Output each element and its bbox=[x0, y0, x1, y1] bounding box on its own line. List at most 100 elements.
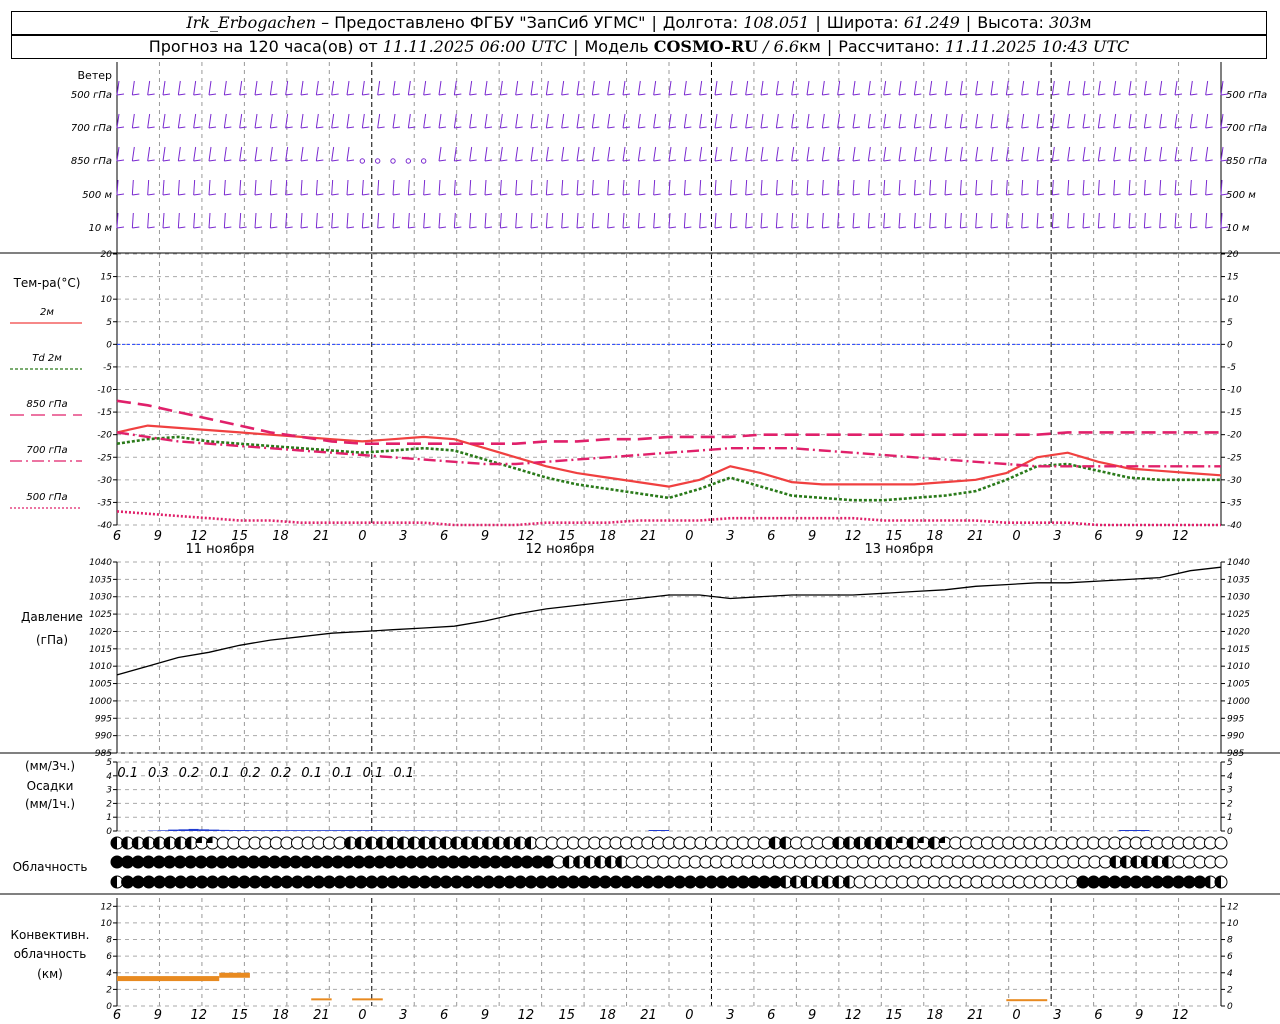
wind-barb bbox=[883, 212, 886, 229]
x-tick-label: 3 bbox=[399, 1008, 407, 1023]
wind-barb bbox=[637, 179, 640, 196]
precip-3h-label: 0.1 bbox=[117, 766, 138, 781]
wind-barb bbox=[821, 212, 824, 229]
wind-barb-flag bbox=[852, 93, 861, 96]
wind-barb bbox=[254, 113, 258, 129]
wind-barb bbox=[208, 113, 212, 129]
wind-barb-flag bbox=[408, 193, 416, 196]
wind-barb-flag bbox=[239, 126, 247, 129]
x-tick-label: 6 bbox=[767, 1008, 775, 1023]
wind-barb bbox=[300, 146, 304, 162]
wind-barb-flag bbox=[270, 126, 278, 129]
wind-barb bbox=[653, 146, 657, 162]
precip-bar bbox=[352, 830, 363, 831]
wind-barb-flag bbox=[1036, 93, 1045, 96]
wind-barb bbox=[775, 179, 778, 196]
wind-barb bbox=[729, 179, 732, 196]
wind-barb bbox=[1143, 80, 1147, 96]
wind-barb bbox=[1097, 212, 1100, 229]
wind-barb-flag bbox=[1144, 126, 1152, 129]
y-tick-label-right: 1040 bbox=[1227, 558, 1250, 568]
wind-barb bbox=[867, 179, 870, 196]
y-tick-label-right: 20 bbox=[1227, 250, 1239, 260]
wind-barb bbox=[913, 179, 916, 196]
wind-barb bbox=[806, 113, 810, 129]
day-label: 11 ноября bbox=[185, 542, 254, 557]
wind-barb-flag bbox=[1067, 159, 1075, 162]
wind-barb bbox=[561, 113, 565, 129]
wind-barb bbox=[1159, 146, 1163, 162]
wind-barb-flag bbox=[944, 159, 953, 162]
wind-barb-flag bbox=[454, 126, 462, 129]
wind-barb bbox=[714, 212, 717, 229]
wind-barb bbox=[1005, 179, 1008, 196]
y-tick-label-right: 1030 bbox=[1227, 593, 1250, 603]
cloud-row-middle bbox=[110, 855, 1228, 869]
wind-barb-flag bbox=[162, 93, 171, 96]
wind-barb-flag bbox=[515, 93, 523, 96]
wind-barb-flag bbox=[1159, 193, 1167, 196]
wind-barb-flag bbox=[254, 159, 263, 162]
wind-barb bbox=[1159, 212, 1162, 229]
wind-barb-flag bbox=[914, 159, 922, 162]
wind-level-label-left: 10 м bbox=[89, 223, 113, 234]
wind-barb-flag bbox=[883, 126, 891, 129]
wind-level-label-left: 850 гПа bbox=[71, 156, 112, 167]
wind-barb bbox=[469, 80, 473, 96]
wind-barb-flag bbox=[622, 226, 631, 229]
wind-barb bbox=[975, 179, 978, 196]
wind-barb-flag bbox=[193, 126, 201, 129]
wind-barb bbox=[1005, 212, 1008, 229]
wind-barb-flag bbox=[1159, 126, 1167, 129]
wind-barb-flag bbox=[316, 93, 324, 96]
wind-barb-flag bbox=[408, 226, 416, 229]
half-cloud-fill bbox=[111, 837, 117, 849]
x-tick-label: 18 bbox=[927, 1008, 944, 1023]
wind-barb bbox=[392, 212, 395, 229]
wind-barb-flag bbox=[239, 226, 247, 229]
wind-barb bbox=[392, 179, 395, 196]
wind-barb bbox=[852, 179, 855, 196]
wind-barb-flag bbox=[1190, 159, 1198, 162]
y-tick-label-right: 10 bbox=[1227, 295, 1239, 305]
wind-barb bbox=[1067, 146, 1071, 162]
wind-barb bbox=[898, 146, 902, 162]
wind-barb bbox=[637, 212, 640, 229]
wind-barb bbox=[637, 146, 641, 162]
wind-barb-flag bbox=[898, 193, 907, 196]
wind-barb-flag bbox=[730, 93, 738, 96]
wind-barb-flag bbox=[331, 226, 339, 229]
half-cloud-fill bbox=[615, 856, 622, 868]
wind-barb-flag bbox=[638, 193, 646, 196]
half-cloud-fill bbox=[111, 876, 117, 888]
wind-barb-flag bbox=[868, 193, 876, 196]
wind-barb-flag bbox=[484, 93, 493, 96]
wind-barb-flag bbox=[484, 126, 493, 129]
wind-barb bbox=[1113, 80, 1117, 96]
wind-barb bbox=[239, 212, 242, 229]
wind-barb-flag bbox=[1190, 93, 1198, 96]
wind-barb-flag bbox=[438, 126, 447, 129]
wind-barb bbox=[591, 179, 594, 196]
calm-wind-icon bbox=[374, 158, 381, 164]
x-tick-label: 3 bbox=[726, 529, 734, 544]
wind-barb-flag bbox=[500, 126, 508, 129]
wind-barb-flag bbox=[239, 193, 247, 196]
wind-barb bbox=[131, 146, 135, 162]
wind-barb bbox=[775, 212, 778, 229]
wind-barb-flag bbox=[224, 193, 232, 196]
y-tick-label-right: 1025 bbox=[1227, 610, 1250, 620]
wind-barb bbox=[1128, 179, 1131, 196]
wind-barb-flag bbox=[898, 159, 907, 162]
wind-barb bbox=[223, 212, 226, 229]
wind-barb-flag bbox=[791, 93, 799, 96]
wind-barb bbox=[346, 179, 349, 196]
wind-barb-flag bbox=[776, 93, 784, 96]
wind-barb-flag bbox=[392, 126, 401, 129]
y-tick-label-right: 5 bbox=[1227, 318, 1233, 328]
x-tick-label: 9 bbox=[1135, 1008, 1143, 1023]
wind-barb-flag bbox=[316, 193, 324, 196]
wind-barb bbox=[1082, 80, 1086, 96]
wind-barb-flag bbox=[668, 226, 677, 229]
wind-barb bbox=[990, 146, 994, 162]
